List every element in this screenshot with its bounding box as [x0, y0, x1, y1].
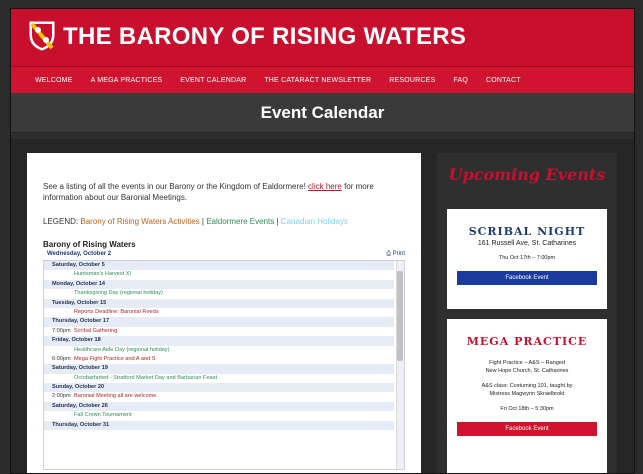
agenda-day-header: Monday, October 14 [44, 279, 394, 290]
calendar-title: Barony of Rising Waters [43, 240, 136, 249]
click-here-link[interactable]: click here [308, 182, 342, 191]
facebook-event-button[interactable]: Facebook Event [457, 270, 597, 285]
agenda-day-header: Saturday, October 26 [44, 401, 394, 412]
nav-faq[interactable]: FAQ [453, 77, 468, 84]
event-card-scribal-night: SCRIBAL NIGHT 161 Russell Ave, St. Catha… [447, 209, 607, 309]
legend-label: LEGEND: [43, 217, 79, 226]
nav-resources[interactable]: RESOURCES [389, 77, 435, 84]
print-label: Print [392, 251, 405, 257]
event-title[interactable]: Baronial Meeting all are welcome [74, 393, 156, 399]
event-date: Thu Oct 17th – 7:00pm [498, 255, 556, 261]
event-title[interactable]: Thanksgiving Day (regional holiday) [74, 290, 163, 296]
event-time: 6:00pm [52, 355, 71, 362]
intro-text: See a listing of all the events in our B… [43, 182, 306, 191]
event-card-mega-practice: MEGA PRACTICE Fight Practice – A&S – Ran… [447, 319, 607, 473]
nav-newsletter[interactable]: THE CATARACT NEWSLETTER [264, 77, 371, 84]
main-panel: See a listing of all the events in our B… [27, 153, 421, 473]
site-header: THE BARONY OF RISING WATERS [11, 9, 634, 67]
legend: LEGEND: Barony of Rising Waters Activiti… [43, 217, 405, 226]
page-title-bar: Event Calendar [11, 93, 634, 133]
main-nav: WELCOME A MEGA PRACTICES EVENT CALENDAR … [11, 67, 634, 93]
scrollbar-thumb[interactable] [397, 271, 403, 361]
legend-holidays: Canadian Holidays [280, 217, 348, 226]
event-title[interactable]: Octobarfarted - Stratford Market Day and… [74, 375, 217, 381]
intro-paragraph: See a listing of all the events in our B… [43, 181, 405, 203]
calendar-current-date-bar: Wednesday, October 2 ⎙ Print [43, 251, 405, 258]
agenda-event[interactable]: 2:00pm Baronial Meeting all are welcome [44, 392, 394, 401]
event-instructor: Mistress Magwynn Skraelbrokt [489, 390, 565, 397]
legend-separator: | [276, 217, 279, 226]
agenda-day-header: Friday, October 18 [44, 336, 394, 346]
event-title[interactable]: Fall Crown Tournament [74, 412, 132, 418]
event-title: SCRIBAL NIGHT [468, 225, 586, 238]
agenda-event[interactable]: Octobarfarted - Stratford Market Day and… [44, 374, 394, 383]
upcoming-events-heading: Upcoming Events [448, 165, 606, 184]
calendar-current-date: Wednesday, October 2 [47, 251, 112, 257]
event-title: MEGA PRACTICE [466, 335, 588, 348]
agenda-day-header: Sunday, October 20 [44, 383, 394, 393]
event-title[interactable]: Reports Deadline: Baronial Reeds [74, 309, 159, 315]
agenda-day-header: Saturday, October 19 [44, 364, 394, 374]
event-time: 7:00pm [52, 327, 71, 334]
site-title[interactable]: THE BARONY OF RISING WATERS [63, 23, 466, 51]
agenda-event[interactable]: Healthcare Aide Day (regional holiday) [44, 346, 394, 355]
agenda-event[interactable]: 7:00pm Scribal Gathering [44, 327, 394, 336]
event-location: New Hope Church, St. Catharines [485, 367, 569, 374]
agenda-scrollbar[interactable] [396, 261, 404, 469]
event-date: Fri Oct 18th – 5:30pm [500, 406, 554, 412]
event-description: Fight Practice – A&S – Ranged [489, 360, 565, 366]
event-title[interactable]: Huntsman's Harvest XI [74, 271, 131, 277]
calendar-agenda[interactable]: Saturday, October 5 Huntsman's Harvest XI… [43, 260, 405, 470]
agenda-day-header: Tuesday, October 15 [44, 298, 394, 308]
legend-separator: | [201, 217, 204, 226]
event-title[interactable]: Mega Fight Practice and A and S [74, 356, 155, 362]
agenda-event[interactable]: Reports Deadline: Baronial Reeds [44, 308, 394, 317]
nav-welcome[interactable]: WELCOME [35, 77, 73, 84]
agenda-list: Saturday, October 5 Huntsman's Harvest XI… [44, 261, 404, 431]
event-class-description: A&S class: Costuming 101, taught by [481, 383, 573, 389]
content-area: See a listing of all the events in our B… [11, 139, 634, 473]
event-title[interactable]: Healthcare Aide Day (regional holiday) [74, 347, 169, 353]
legend-barony: Barony of Rising Waters Activities [80, 217, 200, 226]
sidebar: Upcoming Events SCRIBAL NIGHT 161 Russel… [437, 153, 617, 473]
agenda-event[interactable]: Fall Crown Tournament [44, 411, 394, 420]
nav-mega-practices[interactable]: A MEGA PRACTICES [91, 77, 163, 84]
nav-contact[interactable]: CONTACT [486, 77, 521, 84]
page-title: Event Calendar [260, 102, 385, 122]
browser-viewport: THE BARONY OF RISING WATERS WELCOME A ME… [10, 8, 635, 474]
agenda-event[interactable]: Thanksgiving Day (regional holiday) [44, 289, 394, 298]
legend-ealdormere: Ealdormere Events [206, 217, 275, 226]
nav-event-calendar[interactable]: EVENT CALENDAR [180, 77, 246, 84]
event-title[interactable]: Scribal Gathering [74, 328, 117, 334]
heraldic-shield-icon[interactable] [29, 21, 55, 51]
print-button[interactable]: ⎙ Print [386, 251, 405, 258]
agenda-day-header: Saturday, October 5 [44, 261, 394, 271]
event-time: 2:00pm [52, 393, 71, 400]
agenda-event[interactable]: 6:00pm Mega Fight Practice and A and S [44, 355, 394, 364]
agenda-event[interactable]: Huntsman's Harvest XI [44, 270, 394, 279]
agenda-day-header: Thursday, October 17 [44, 317, 394, 327]
event-location: 161 Russell Ave, St. Catharines [477, 240, 577, 247]
agenda-day-header: Thursday, October 31 [44, 420, 394, 431]
facebook-event-button[interactable]: Facebook Event [457, 421, 597, 436]
